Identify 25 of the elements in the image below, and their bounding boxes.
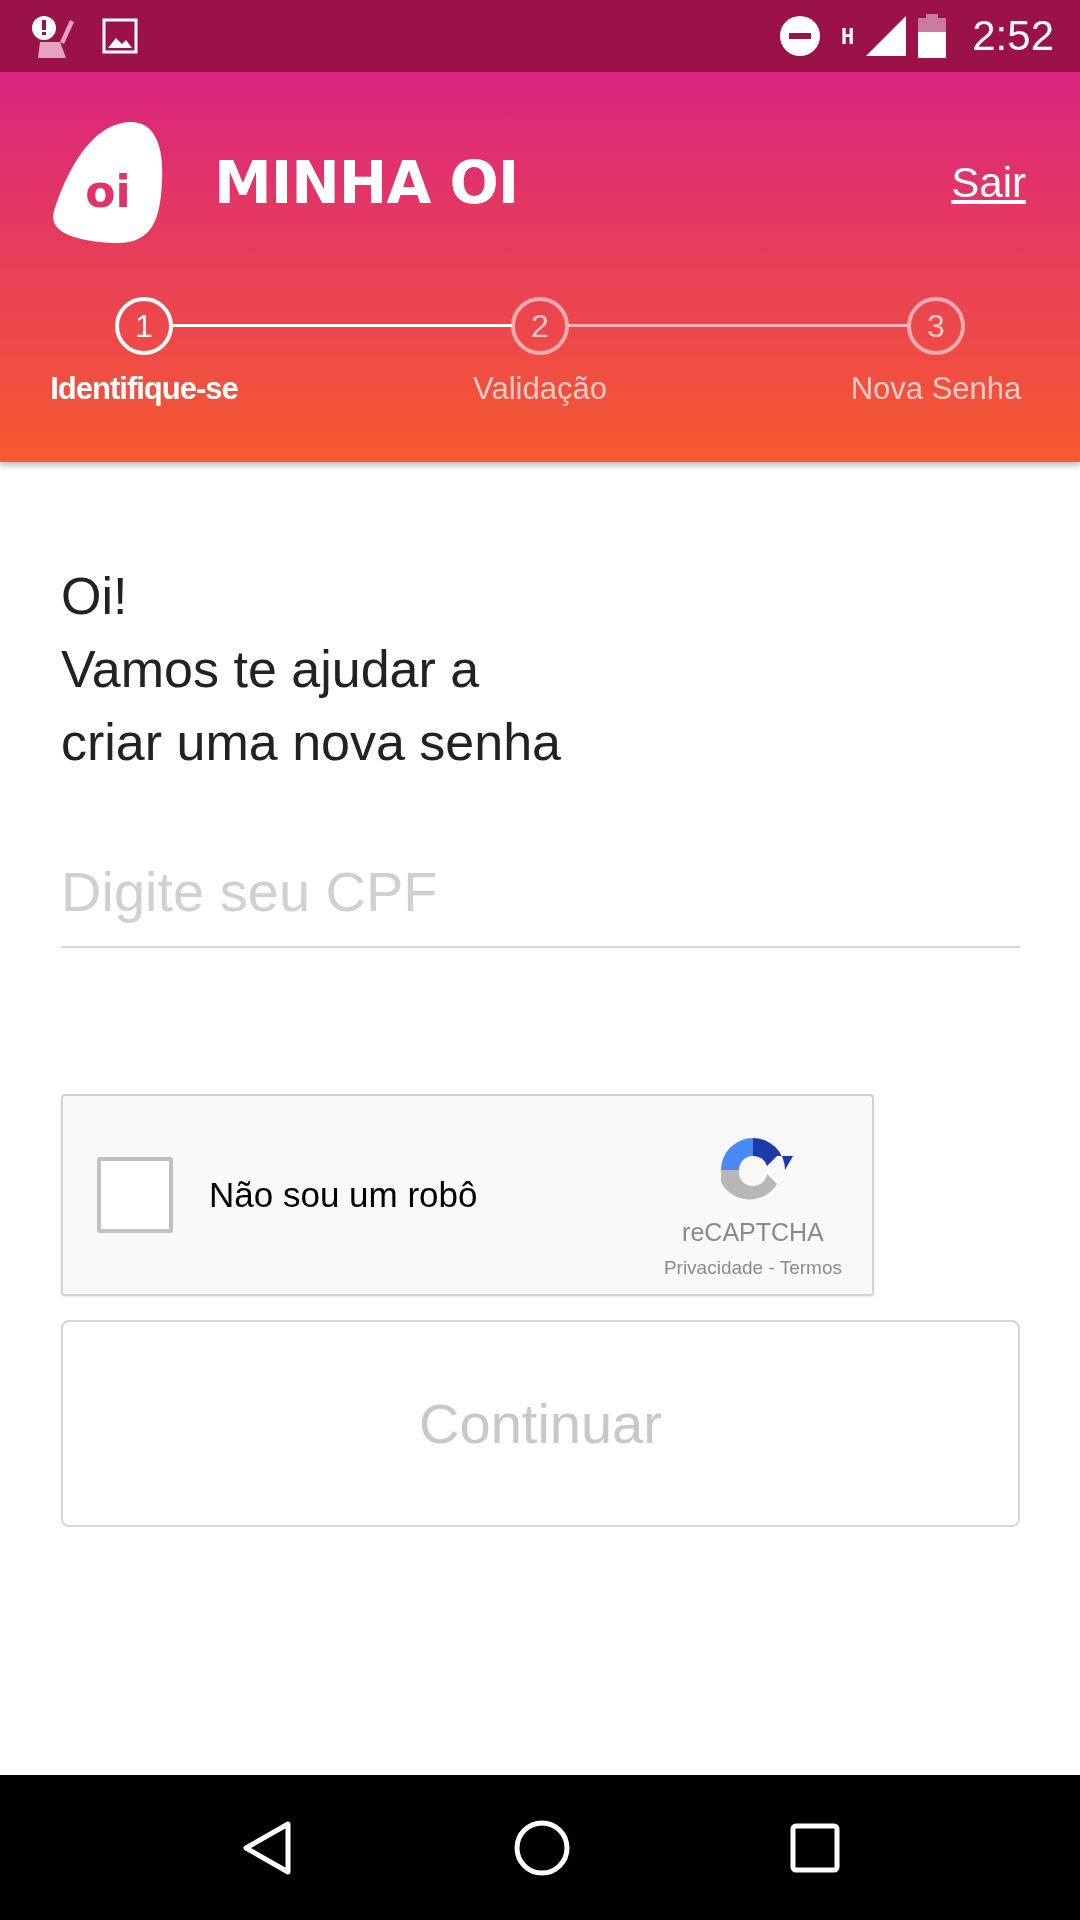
- checkbox-label: Não sou um robô: [209, 1175, 479, 1215]
- step-indicator: 2: [511, 297, 569, 355]
- app-title: MINHA OI: [214, 148, 520, 217]
- privacy-terms-links[interactable]: Privacidade - Termos: [663, 1256, 842, 1279]
- clock: 2:52: [972, 12, 1054, 60]
- signal-icon: [866, 16, 907, 56]
- greeting-text: Oi!: [61, 566, 129, 627]
- do-not-disturb-icon: [779, 15, 821, 57]
- logo: oi: [52, 120, 164, 245]
- greeting-text: Vamos te ajudar a: [61, 639, 481, 700]
- network-type: H: [841, 24, 855, 49]
- step-indicator: 3: [907, 297, 965, 355]
- back-icon[interactable]: [240, 1819, 294, 1876]
- step-indicator: 1: [115, 297, 173, 355]
- recaptcha-brand: reCAPTCHA: [682, 1217, 824, 1247]
- step-label: Validação: [473, 371, 607, 407]
- battery-icon: [918, 14, 947, 58]
- recents-icon[interactable]: [790, 1822, 840, 1873]
- logout-link[interactable]: Sair: [951, 158, 1026, 207]
- checkbox[interactable]: [97, 1157, 173, 1233]
- greeting-text: criar uma nova senha: [61, 712, 563, 773]
- image-icon: [102, 18, 138, 54]
- home-icon[interactable]: [514, 1819, 570, 1876]
- step-label: Nova Senha: [850, 371, 1022, 407]
- step-label: Identifique-se: [50, 371, 238, 407]
